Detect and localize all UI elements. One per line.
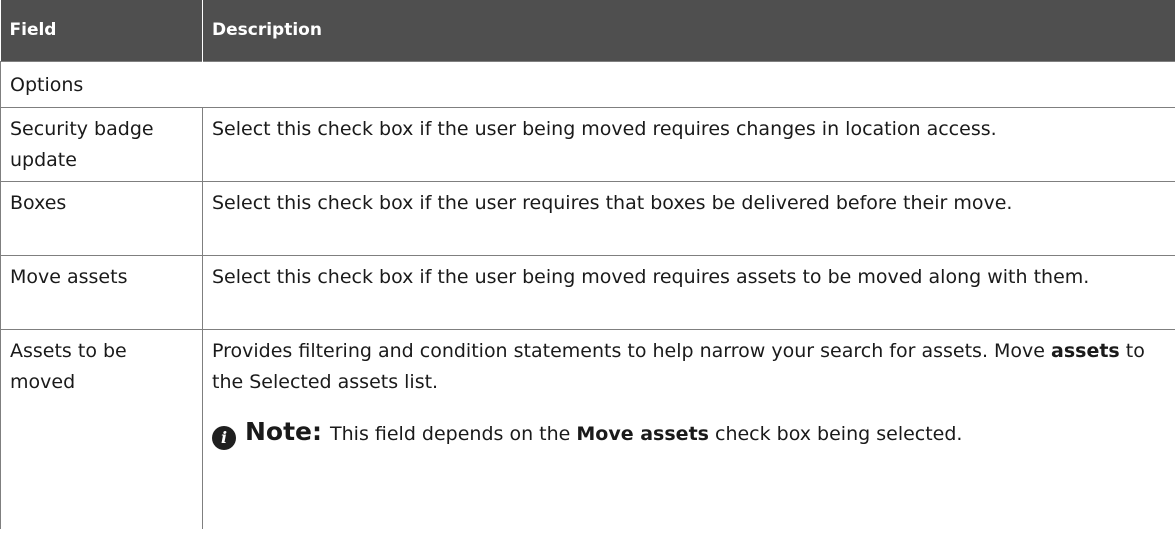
- field-cell: Move assets: [0, 254, 203, 330]
- header-field: Field: [0, 0, 203, 61]
- field-cell: Assets to be moved: [0, 328, 203, 529]
- table-row: Move assets Select this check box if the…: [0, 254, 1175, 330]
- field-description-table: Field Description Options Security badge…: [0, 0, 1175, 529]
- header-description: Description: [202, 0, 1175, 61]
- description-cell: Select this check box if the user being …: [202, 254, 1175, 330]
- description-text-pre: Provides filtering and condition stateme…: [212, 339, 1052, 362]
- note-label: Note:: [245, 416, 323, 446]
- note-text-bold: Move assets: [576, 422, 709, 445]
- info-icon: i: [212, 425, 236, 450]
- description-text-bold: assets: [1051, 339, 1120, 362]
- table-row: Assets to be moved Provides filtering an…: [0, 328, 1175, 529]
- description-cell: Provides filtering and condition stateme…: [202, 328, 1175, 529]
- description-cell: Select this check box if the user being …: [202, 106, 1175, 182]
- note-callout: i Note: This field depends on the Move ass…: [212, 416, 1166, 450]
- table-row: Boxes Select this check box if the user …: [0, 180, 1175, 256]
- description-cell: Select this check box if the user requir…: [202, 180, 1175, 256]
- section-label: Options: [0, 60, 1175, 108]
- table-row: Security badge update Select this check …: [0, 106, 1175, 182]
- note-text-pre: This field depends on the: [330, 422, 577, 445]
- section-row-options: Options: [0, 60, 1175, 108]
- field-cell: Boxes: [0, 180, 203, 256]
- field-cell: Security badge update: [0, 106, 203, 182]
- note-text-post: check box being selected.: [708, 422, 963, 445]
- table-header-row: Field Description: [0, 0, 1175, 61]
